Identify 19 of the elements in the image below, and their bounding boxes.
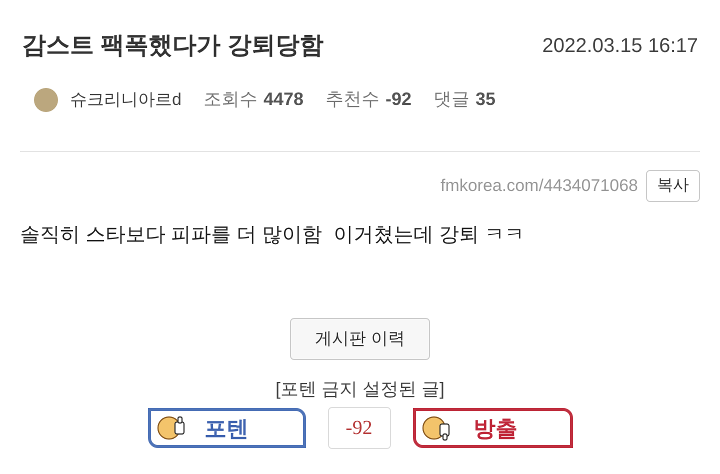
avatar-icon [34, 88, 58, 112]
upvote-button[interactable]: 포텐 [148, 408, 306, 448]
post-body: 솔직히 스타보다 피파를 더 많이함 이거쳤는데 강퇴 ㅋㅋ [19, 223, 526, 248]
vote-score: -92 [328, 407, 390, 449]
board-history-button[interactable]: 게시판 이력 [290, 318, 430, 360]
author-name: 슈크리니아르d [70, 88, 182, 111]
notice-text: [포텐 금지 설정된 글] [275, 378, 444, 401]
stat-value: 4478 [263, 88, 304, 111]
stat-label: 추천수 [326, 88, 380, 111]
stat-label: 조회수 [203, 88, 258, 111]
stat-label: 댓글 [434, 88, 470, 111]
stat-value: -92 [386, 88, 412, 111]
thumbs-up-icon [156, 414, 186, 442]
downvote-button[interactable]: 방출 [412, 408, 572, 448]
copy-button[interactable]: 복사 [646, 170, 700, 202]
post-date: 2022.03.15 16:17 [542, 34, 698, 59]
thumbs-down-icon [422, 414, 452, 442]
stat-value: 35 [476, 88, 496, 111]
post-title: 감스트 팩폭했다가 강퇴당함 [22, 31, 324, 61]
